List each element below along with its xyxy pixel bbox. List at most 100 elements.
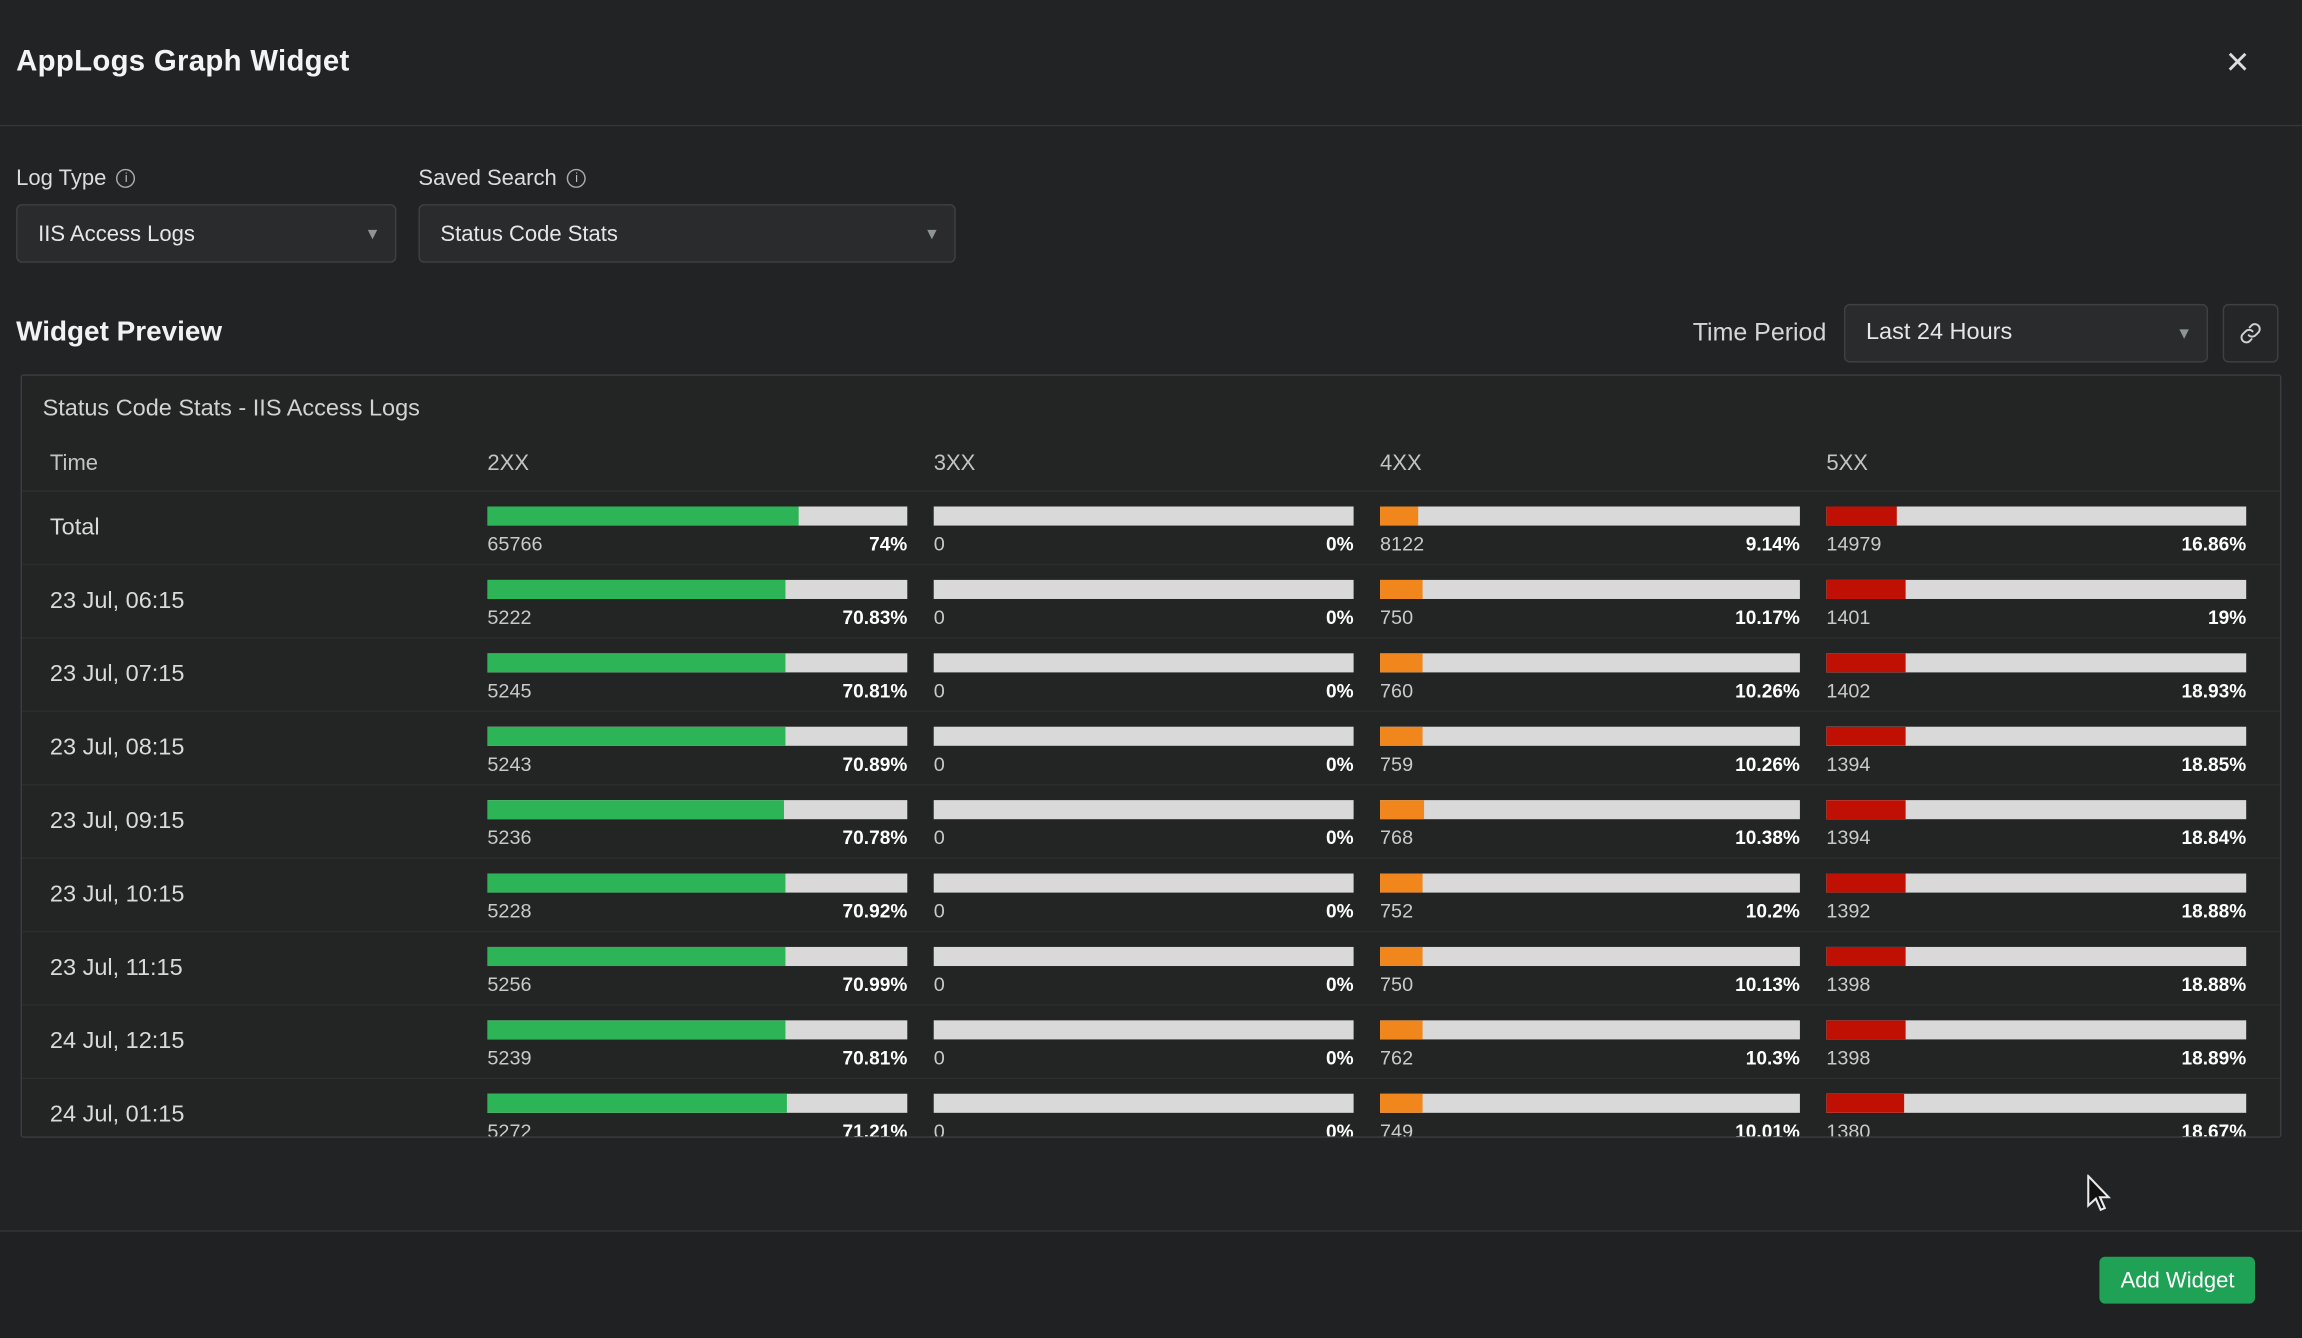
bar-meta: 139818.88% — [1826, 973, 2246, 995]
log-type-field: Log Type i IIS Access Logs ▾ — [16, 166, 396, 263]
column-header-time: Time — [50, 450, 487, 475]
bar-count: 0 — [934, 606, 945, 628]
info-icon[interactable]: i — [567, 169, 586, 188]
bar-track — [487, 1020, 907, 1039]
bar-meta: 81229.14% — [1380, 533, 1800, 555]
row-time-label: 24 Jul, 01:15 — [50, 1079, 487, 1138]
bar-count: 768 — [1380, 827, 1413, 849]
bar-percent: 0% — [1326, 753, 1354, 775]
bar-count: 0 — [934, 1047, 945, 1069]
bar-meta: 140119% — [1826, 606, 2246, 628]
bar-count: 0 — [934, 900, 945, 922]
saved-search-selected-value: Status Code Stats — [440, 221, 618, 246]
table-row: 24 Jul, 12:15523970.81%00%76210.3%139818… — [22, 1006, 2280, 1079]
bar-meta: 75910.26% — [1380, 753, 1800, 775]
bar-count: 0 — [934, 1120, 945, 1138]
bar-track — [487, 727, 907, 746]
row-time-label: 23 Jul, 10:15 — [50, 859, 487, 931]
bar-cell-3xx: 00% — [934, 712, 1380, 784]
bar-cell-5xx: 1394 18.85% — [1826, 712, 2272, 784]
bar-percent: 70.81% — [843, 1047, 908, 1069]
bar-percent: 10.3% — [1746, 1047, 1800, 1069]
info-icon[interactable]: i — [117, 169, 136, 188]
bar-count: 750 — [1380, 606, 1413, 628]
bar-fill — [1826, 947, 1905, 966]
bar-cell-4xx: 75910.26% — [1380, 712, 1826, 784]
bar-track — [934, 1094, 1354, 1113]
bar-percent: 0% — [1326, 1047, 1354, 1069]
bar-percent: 18.89% — [2181, 1047, 2246, 1069]
widget-config-form: Log Type i IIS Access Logs ▾ Saved Searc… — [0, 126, 2302, 263]
bar-percent: 0% — [1326, 680, 1354, 702]
bar-fill — [1826, 874, 1905, 893]
bar-percent: 0% — [1326, 827, 1354, 849]
bar-track — [934, 727, 1354, 746]
bar-track — [1380, 506, 1800, 525]
bar-fill — [487, 653, 784, 672]
close-icon[interactable]: × — [2226, 43, 2249, 83]
column-header-3xx: 3XX — [934, 450, 1380, 475]
bar-percent: 18.85% — [2181, 753, 2246, 775]
column-header-4xx: 4XX — [1380, 450, 1826, 475]
bar-meta: 762 10.3% — [1380, 1047, 1800, 1069]
row-time-label: 23 Jul, 08:15 — [50, 712, 487, 784]
bar-count: 5236 — [487, 827, 531, 849]
bar-percent: 10.13% — [1735, 973, 1800, 995]
bar-meta: 00% — [934, 827, 1354, 849]
bar-fill — [487, 1020, 784, 1039]
bar-track — [487, 580, 907, 599]
bar-percent: 18.88% — [2181, 900, 2246, 922]
bar-track — [1826, 874, 2246, 893]
bar-count: 1380 — [1826, 1120, 1870, 1138]
bar-cell-4xx: 75010.13% — [1380, 932, 1826, 1004]
bar-meta: 00% — [934, 533, 1354, 555]
bar-percent: 70.83% — [843, 606, 908, 628]
bar-count: 749 — [1380, 1120, 1413, 1138]
saved-search-select[interactable]: Status Code Stats ▾ — [418, 204, 955, 263]
bar-meta: 76810.38% — [1380, 827, 1800, 849]
bar-cell-3xx: 00% — [934, 859, 1380, 931]
bar-count: 1392 — [1826, 900, 1870, 922]
table-row: 23 Jul, 07:15524570.81%00%76010.26%14021… — [22, 639, 2280, 712]
bar-count: 1394 — [1826, 753, 1870, 775]
bar-track — [934, 653, 1354, 672]
bar-track — [487, 506, 907, 525]
bar-track — [487, 653, 907, 672]
log-type-select[interactable]: IIS Access Logs ▾ — [16, 204, 396, 263]
time-period-select[interactable]: Last 24 Hours ▾ — [1844, 304, 2208, 363]
table-row: 23 Jul, 10:15522870.92%00%75210.2%139218… — [22, 859, 2280, 932]
bar-track — [1380, 800, 1800, 819]
bar-cell-4xx: 74910.01% — [1380, 1079, 1826, 1138]
bar-cell-4xx: 75010.17% — [1380, 565, 1826, 637]
bar-fill — [487, 506, 798, 525]
bar-cell-2xx: 522270.83% — [487, 565, 933, 637]
bar-percent: 9.14% — [1746, 533, 1800, 555]
bar-track — [934, 800, 1354, 819]
bar-percent: 10.26% — [1735, 753, 1800, 775]
bar-count: 1402 — [1826, 680, 1870, 702]
bar-count: 5243 — [487, 753, 531, 775]
bar-track — [487, 947, 907, 966]
bar-cell-3xx: 00% — [934, 1079, 1380, 1138]
bar-track — [1826, 580, 2246, 599]
bar-fill — [487, 1094, 786, 1113]
bar-meta: 527271.21% — [487, 1120, 907, 1138]
bar-percent: 19% — [2208, 606, 2246, 628]
time-period-controls: Time Period Last 24 Hours ▾ — [1693, 304, 2279, 363]
bar-cell-2xx: 522870.92% — [487, 859, 933, 931]
bar-track — [1380, 653, 1800, 672]
bar-meta: 0 0% — [934, 1047, 1354, 1069]
bar-count: 760 — [1380, 680, 1413, 702]
bar-meta: 75010.13% — [1380, 973, 1800, 995]
bar-count: 762 — [1380, 1047, 1413, 1069]
add-widget-button[interactable]: Add Widget — [2100, 1257, 2255, 1304]
bar-meta: 00% — [934, 753, 1354, 775]
column-header-2xx: 2XX — [487, 450, 933, 475]
bar-fill — [1380, 800, 1424, 819]
bar-track — [934, 580, 1354, 599]
bar-meta: 525670.99% — [487, 973, 907, 995]
link-button[interactable] — [2223, 304, 2279, 363]
bar-fill — [1826, 1020, 1905, 1039]
bar-cell-4xx: 81229.14% — [1380, 492, 1826, 564]
bar-track — [1826, 1094, 2246, 1113]
